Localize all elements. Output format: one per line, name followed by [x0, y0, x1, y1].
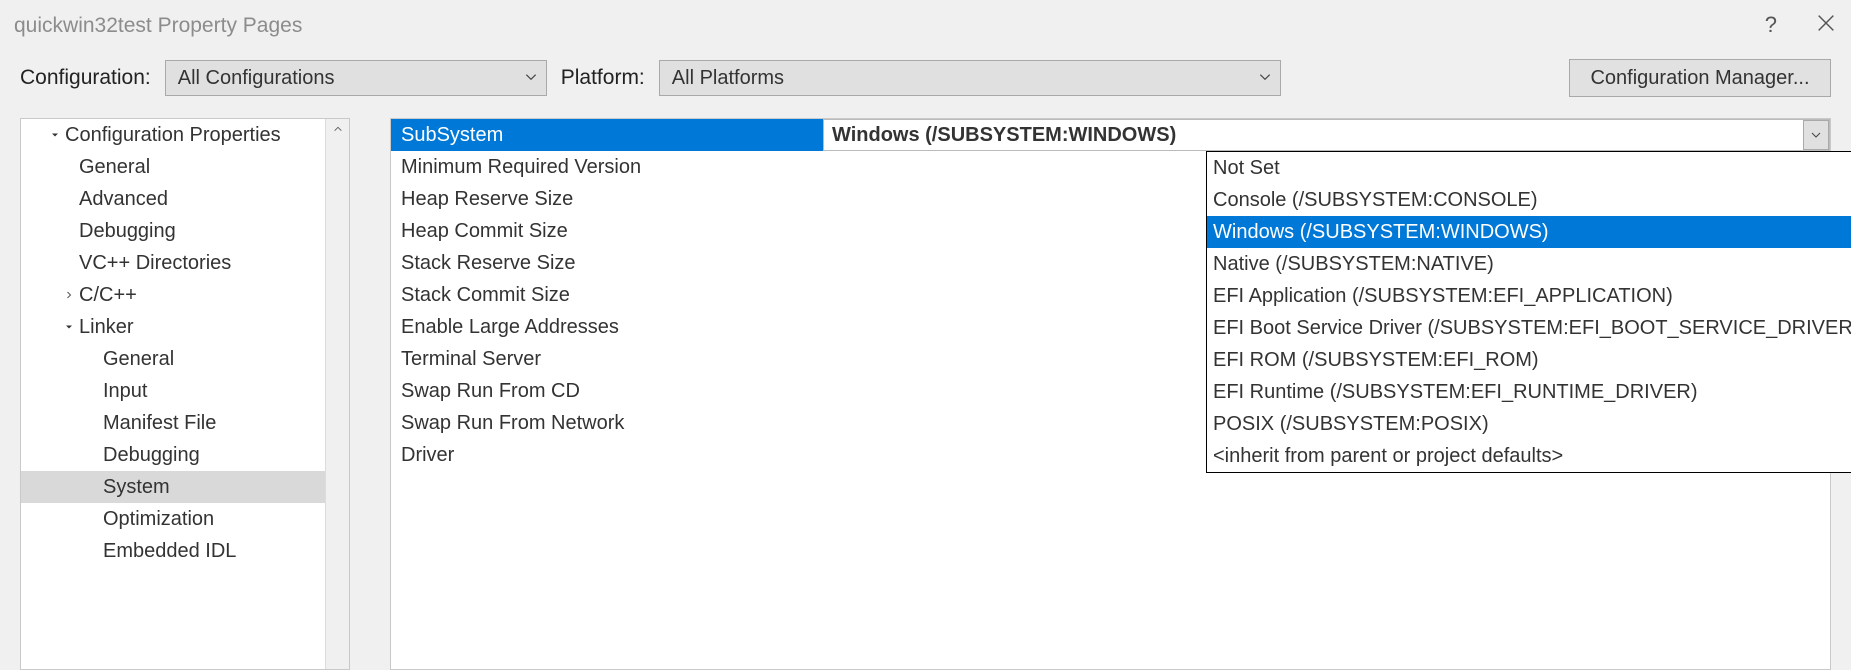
tree-scrollbar[interactable] [325, 119, 349, 669]
tree-item-label: Manifest File [103, 412, 216, 435]
dropdown-option[interactable]: EFI Application (/SUBSYSTEM:EFI_APPLICAT… [1207, 280, 1851, 312]
help-icon[interactable]: ? [1765, 12, 1777, 40]
tree-item-label: Debugging [103, 444, 200, 467]
tree-item-label: Debugging [79, 220, 176, 243]
dropdown-option[interactable]: Not Set [1207, 152, 1851, 184]
tree-item[interactable]: Advanced [21, 183, 325, 215]
tree-item[interactable]: Configuration Properties [21, 119, 325, 151]
property-grid: SubSystemWindows (/SUBSYSTEM:WINDOWS)Min… [390, 118, 1831, 670]
tree-item[interactable]: Linker [21, 311, 325, 343]
property-name: Heap Commit Size [391, 215, 823, 247]
property-name: Swap Run From Network [391, 407, 823, 439]
dropdown-button[interactable] [1803, 120, 1829, 150]
property-name: Swap Run From CD [391, 375, 823, 407]
tree-item[interactable]: VC++ Directories [21, 247, 325, 279]
tree-item-label: General [79, 156, 150, 179]
property-value[interactable]: Windows (/SUBSYSTEM:WINDOWS) [823, 119, 1830, 151]
dropdown-option[interactable]: Console (/SUBSYSTEM:CONSOLE) [1207, 184, 1851, 216]
platform-combo[interactable]: All Platforms [659, 60, 1281, 96]
tree-item[interactable]: System [21, 471, 325, 503]
dropdown-option[interactable]: Native (/SUBSYSTEM:NATIVE) [1207, 248, 1851, 280]
property-name: Enable Large Addresses [391, 311, 823, 343]
configuration-manager-label: Configuration Manager... [1590, 67, 1809, 90]
collapse-icon[interactable] [49, 124, 65, 147]
tree-item[interactable]: Manifest File [21, 407, 325, 439]
property-name: Stack Reserve Size [391, 247, 823, 279]
tree-item-label: Advanced [79, 188, 168, 211]
property-tree: Configuration Properties General Advanced D… [20, 118, 350, 670]
dropdown-option[interactable]: EFI Runtime (/SUBSYSTEM:EFI_RUNTIME_DRIV… [1207, 376, 1851, 408]
platform-label: Platform: [561, 66, 645, 90]
subsystem-dropdown-list[interactable]: Not SetConsole (/SUBSYSTEM:CONSOLE)Windo… [1206, 151, 1851, 473]
property-name: Terminal Server [391, 343, 823, 375]
tree-item[interactable]: General [21, 343, 325, 375]
property-name: SubSystem [391, 119, 823, 151]
chevron-down-icon [524, 67, 538, 90]
tree-item[interactable]: C/C++ [21, 279, 325, 311]
dropdown-option[interactable]: Windows (/SUBSYSTEM:WINDOWS) [1207, 216, 1851, 248]
tree-item[interactable]: Debugging [21, 439, 325, 471]
dropdown-option[interactable]: EFI Boot Service Driver (/SUBSYSTEM:EFI_… [1207, 312, 1851, 344]
tree-item[interactable]: Input [21, 375, 325, 407]
scroll-up-icon[interactable] [333, 119, 343, 141]
platform-value: All Platforms [672, 67, 784, 90]
close-icon[interactable] [1815, 12, 1837, 40]
tree-item-label: VC++ Directories [79, 252, 231, 275]
tree-item[interactable]: Debugging [21, 215, 325, 247]
tree-item-label: Configuration Properties [65, 124, 281, 147]
configuration-manager-button[interactable]: Configuration Manager... [1569, 59, 1831, 97]
dropdown-option[interactable]: <inherit from parent or project defaults… [1207, 440, 1851, 472]
property-name: Stack Commit Size [391, 279, 823, 311]
expand-icon[interactable] [63, 284, 79, 307]
tree-item-label: System [103, 476, 170, 499]
tree-item-label: C/C++ [79, 284, 137, 307]
dropdown-option[interactable]: EFI ROM (/SUBSYSTEM:EFI_ROM) [1207, 344, 1851, 376]
tree-item-label: Embedded IDL [103, 540, 236, 563]
tree-item-label: General [103, 348, 174, 371]
configuration-combo[interactable]: All Configurations [165, 60, 547, 96]
tree-item[interactable]: General [21, 151, 325, 183]
property-name: Driver [391, 439, 823, 471]
configuration-label: Configuration: [20, 66, 151, 90]
collapse-icon[interactable] [63, 316, 79, 339]
property-row[interactable]: SubSystemWindows (/SUBSYSTEM:WINDOWS) [391, 119, 1830, 151]
tree-item-label: Input [103, 380, 147, 403]
chevron-down-icon [1258, 67, 1272, 90]
tree-item-label: Linker [79, 316, 133, 339]
property-name: Heap Reserve Size [391, 183, 823, 215]
window-title: quickwin32test Property Pages [14, 14, 1765, 38]
dropdown-option[interactable]: POSIX (/SUBSYSTEM:POSIX) [1207, 408, 1851, 440]
tree-item[interactable]: Embedded IDL [21, 535, 325, 567]
configuration-value: All Configurations [178, 67, 335, 90]
property-name: Minimum Required Version [391, 151, 823, 183]
tree-item-label: Optimization [103, 508, 214, 531]
tree-item[interactable]: Optimization [21, 503, 325, 535]
